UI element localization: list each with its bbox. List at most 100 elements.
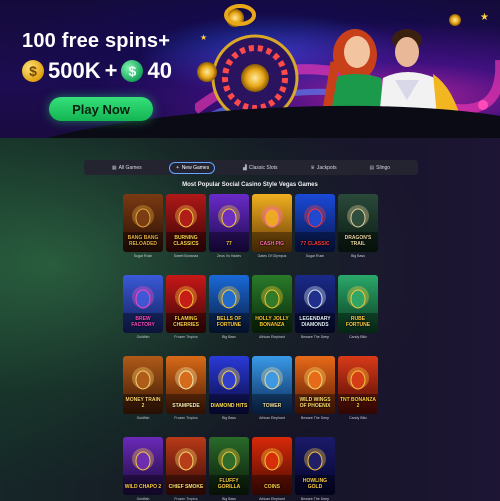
game-caption: Sweet Bonanza [173,254,199,258]
gold-coin-icon: $ [22,60,44,82]
grid-icon: ▦ [111,164,117,171]
game-card[interactable]: BELLS OF FORTUNE Big Bass [209,275,249,339]
game-card[interactable]: DIAMOND HITS Big Bass [209,356,249,420]
game-title: 77 CLASSIC [300,240,330,247]
game-card[interactable]: STAMPEDE Frozen Tropics [166,356,206,420]
game-thumbnail[interactable]: BANG BANG RELOADED [123,194,163,252]
game-title: CHIEF SMOKE [168,483,204,490]
game-title: DRAGON'S TRAIL [344,235,372,247]
play-now-button[interactable]: Play Now [49,97,153,121]
game-thumbnail[interactable]: BREW FACTORY [123,275,163,333]
game-title: RUBE FORTUNE [345,316,371,328]
game-card[interactable]: 77 Zeus Vs Hades [209,194,249,258]
game-caption: Big Bass [351,254,365,258]
game-thumbnail[interactable]: COINS [252,437,292,495]
game-title: MONEY TRAIN 2 [125,397,161,409]
game-thumbnail[interactable]: BURNING CLASSICS [166,194,206,252]
game-thumbnail[interactable]: WILD WINGS OF PHOENIX [295,356,335,414]
tab-classic-slots[interactable]: ▟ Classic Slots [238,163,282,173]
game-caption: Big Bass [222,416,236,420]
game-card[interactable]: HOLLY JOLLY BONANZA African Elephant [252,275,292,339]
game-card[interactable]: MONEY TRAIN 2 Goldfish [123,356,163,420]
game-caption: African Elephant [259,416,285,420]
trophy-icon: ♛ [310,164,315,171]
game-card[interactable]: HOWLING GOLD Beware The Deep [295,437,335,501]
tab-label: Classic Slots [248,164,278,171]
game-card[interactable]: DRAGON'S TRAIL Big Bass [338,194,378,258]
game-title: 77 [226,240,232,247]
game-thumbnail[interactable]: TOWER [252,356,292,414]
game-title: LEGENDARY DIAMONDS [299,316,331,328]
game-caption: African Elephant [259,335,285,339]
game-caption: Frozen Tropics [174,335,198,339]
offer-plus: + [104,58,118,83]
sweeps-coin-amount: 40 [147,58,172,83]
game-thumbnail[interactable]: 77 [209,194,249,252]
tab-new-games[interactable]: ✦ New Games [169,161,216,174]
tab-label: All Games [118,164,142,171]
game-thumbnail[interactable]: STAMPEDE [166,356,206,414]
tab-label: Jackpots [316,164,337,171]
game-card[interactable]: LEGENDARY DIAMONDS Beware The Deep [295,275,335,339]
game-card[interactable]: FLAMING CHERRIES Frozen Tropics [166,275,206,339]
game-thumbnail[interactable]: FLUFFY GORILLA [209,437,249,495]
svg-text:★: ★ [200,33,207,42]
game-thumbnail[interactable]: HOWLING GOLD [295,437,335,495]
game-title: BURNING CLASSICS [173,235,199,247]
game-thumbnail[interactable]: LEGENDARY DIAMONDS [295,275,335,333]
game-card[interactable]: FLUFFY GORILLA Big Bass [209,437,249,501]
game-title: HOLLY JOLLY BONANZA [255,316,289,328]
tab-slingo[interactable]: ▤ Slingo [364,163,395,173]
game-thumbnail[interactable]: FLAMING CHERRIES [166,275,206,333]
game-card[interactable]: WILD WINGS OF PHOENIX Beware The Deep [295,356,335,420]
game-card[interactable]: BANG BANG RELOADED Sugar Rush [123,194,163,258]
game-card[interactable]: WILD CHAPO 2 Goldfish [123,437,163,501]
game-caption: Goldfish [136,335,150,339]
game-card[interactable]: COINS African Elephant [252,437,292,501]
game-caption: Gates Of Olympus [257,254,287,258]
game-caption: African Elephant [259,497,285,501]
game-caption: Goldfish [136,416,150,420]
slot-machine-icon: ▟ [243,164,247,171]
game-thumbnail[interactable]: MONEY TRAIN 2 [123,356,163,414]
game-title: CASH PIG [259,240,285,247]
game-card[interactable]: 77 CLASSIC Sugar Rush [295,194,335,258]
game-card[interactable]: BURNING CLASSICS Sweet Bonanza [166,194,206,258]
game-caption: Beware The Deep [300,335,330,339]
game-title: BELLS OF FORTUNE [216,316,242,328]
game-thumbnail[interactable]: WILD CHAPO 2 [123,437,163,495]
game-caption: Sugar Rush [133,254,153,258]
section-title: Most Popular Social Casino Style Vegas G… [182,182,318,188]
game-thumbnail[interactable]: HOLLY JOLLY BONANZA [252,275,292,333]
game-title: TNT BONANZA 2 [339,397,377,409]
game-thumbnail[interactable]: BELLS OF FORTUNE [209,275,249,333]
game-card[interactable]: BREW FACTORY Goldfish [123,275,163,339]
game-title: STAMPEDE [172,402,200,409]
game-card[interactable]: TNT BONANZA 2 Candy Blitz [338,356,378,420]
game-thumbnail[interactable]: DRAGON'S TRAIL [338,194,378,252]
game-title: DIAMOND HITS [210,402,248,409]
slingo-icon: ▤ [369,164,375,171]
game-thumbnail[interactable]: DIAMOND HITS [209,356,249,414]
game-caption: Sugar Rush [305,254,325,258]
game-card[interactable]: CASH PIG Gates Of Olympus [252,194,292,258]
game-thumbnail[interactable]: CASH PIG [252,194,292,252]
game-card[interactable]: RUBE FORTUNE Candy Blitz [338,275,378,339]
game-card[interactable]: TOWER African Elephant [252,356,292,420]
tab-jackpots[interactable]: ♛ Jackpots [305,163,341,173]
game-caption: Candy Blitz [349,416,367,420]
game-thumbnail[interactable]: 77 CLASSIC [295,194,335,252]
game-caption: Frozen Tropics [174,497,198,501]
game-thumbnail[interactable]: TNT BONANZA 2 [338,356,378,414]
tab-all-games[interactable]: ▦ All Games [107,163,147,173]
game-card[interactable]: CHIEF SMOKE Frozen Tropics [166,437,206,501]
game-title: BREW FACTORY [131,316,155,328]
tab-label: New Games [181,164,210,171]
star-icon: ✦ [175,164,180,171]
game-thumbnail[interactable]: CHIEF SMOKE [166,437,206,495]
game-caption: Goldfish [136,497,150,501]
game-title: WILD WINGS OF PHOENIX [299,397,331,409]
game-caption: Beware The Deep [300,497,330,501]
game-title: BANG BANG RELOADED [127,235,159,247]
game-thumbnail[interactable]: RUBE FORTUNE [338,275,378,333]
